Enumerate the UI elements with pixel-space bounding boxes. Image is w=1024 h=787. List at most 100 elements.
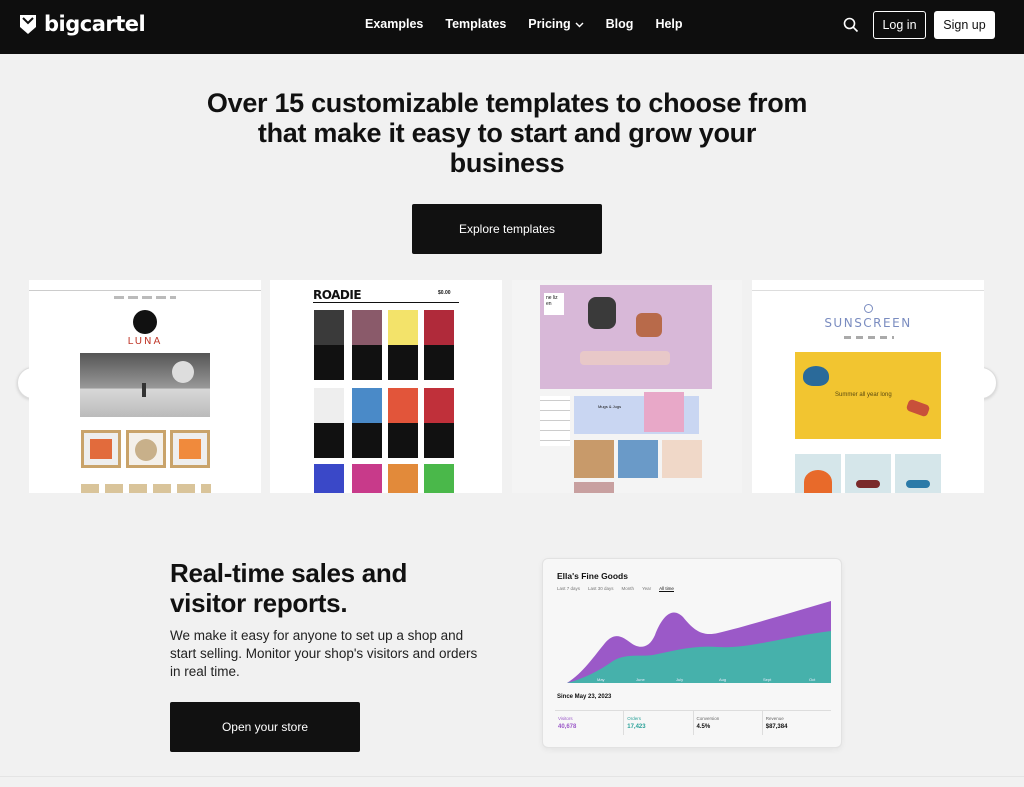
stat-value: 17,423 (627, 724, 646, 730)
search-icon[interactable] (842, 16, 860, 34)
month-label: Oct (809, 677, 816, 682)
login-button[interactable]: Log in (873, 11, 926, 39)
section-divider (0, 776, 1024, 777)
nav-blog[interactable]: Blog (606, 17, 634, 31)
mugs-row (580, 351, 670, 365)
product-thumbnail (795, 454, 841, 493)
record-tile (424, 310, 454, 380)
nav-pricing-label: Pricing (528, 17, 571, 31)
nav-templates[interactable]: Templates (445, 17, 506, 31)
dashboard-since-label: Since May 23, 2023 (557, 694, 612, 700)
template-preview-nav (844, 336, 894, 339)
template-card-luna[interactable]: LUNA (29, 280, 261, 493)
fish-shape (803, 366, 829, 386)
divider (313, 302, 459, 303)
planter-shape (636, 313, 662, 337)
template-card-sunscreen[interactable]: SUNSCREEN Summer all year long (752, 280, 984, 493)
record-tile (424, 388, 454, 458)
stat-revenue: Revenue $87,384 (761, 711, 831, 735)
ice-cream-shape (905, 398, 931, 418)
product-thumbnail (662, 440, 702, 478)
stat-label: Visitors (558, 716, 573, 721)
product-thumbnail (618, 440, 658, 478)
template-name-nelizen: ne liz en (544, 293, 564, 315)
record-tile (352, 388, 382, 458)
template-preview-nav (114, 296, 176, 299)
stat-conversion: Conversion 4.5% (692, 711, 762, 735)
template-preview-banner: Mugs & Jugs (574, 392, 699, 434)
stat-visitors: Visitors 40,678 (555, 711, 623, 735)
nav-pricing[interactable]: Pricing (528, 17, 584, 31)
record-tile (388, 464, 418, 493)
month-label: June (636, 677, 645, 682)
stat-orders: Orders 17,423 (623, 711, 692, 735)
banner-title: Mugs & Jugs (598, 404, 622, 409)
record-tile (314, 464, 344, 493)
stat-label: Orders (627, 716, 642, 721)
logo-text: bigcartel (44, 12, 146, 36)
month-label: Aug (719, 677, 726, 682)
area-chart: May June July Aug Sept Oct (567, 601, 831, 683)
month-label: July (676, 677, 683, 682)
stat-label: Revenue (765, 716, 784, 721)
product-row (81, 484, 211, 493)
explore-templates-button[interactable]: Explore templates (412, 204, 602, 254)
sunscreen-logo-icon (864, 304, 873, 313)
product-thumbnail (845, 454, 891, 493)
cart-total: $0.00 (438, 290, 451, 296)
signup-button[interactable]: Sign up (934, 11, 995, 39)
banner-image (644, 392, 684, 432)
template-card-roadie[interactable]: ROADIE $0.00 (270, 280, 502, 493)
dashboard-store-name: Ella's Fine Goods (557, 571, 628, 581)
template-name-sunscreen: SUNSCREEN (824, 316, 912, 330)
template-card-nelizen[interactable]: ne liz en Mugs & Jugs (512, 280, 742, 493)
record-tile (388, 388, 418, 458)
hero-tagline: Summer all year long (835, 392, 892, 398)
record-tile (352, 464, 382, 493)
analytics-dashboard-preview: Ella's Fine Goods Last 7 days Last 30 da… (542, 558, 842, 748)
product-thumbnail (895, 454, 941, 493)
product-thumbnail (126, 430, 166, 468)
record-tile (314, 388, 344, 458)
stat-label: Conversion (696, 716, 720, 721)
product-thumbnail (170, 430, 210, 468)
dashboard-tab[interactable]: Month (622, 586, 635, 592)
open-store-button[interactable]: Open your store (170, 702, 360, 752)
bigcartel-logo-icon (20, 15, 36, 34)
reports-title: Real-time sales and visitor reports. (170, 558, 408, 618)
record-tile (388, 310, 418, 380)
dashboard-tab-active[interactable]: All time (659, 586, 674, 592)
record-tile (352, 310, 382, 380)
top-navbar: bigcartel Examples Templates Pricing Blo… (0, 0, 1024, 54)
month-label: May (597, 677, 605, 682)
template-name-roadie: ROADIE (313, 288, 362, 302)
product-thumbnail (574, 482, 614, 493)
nav-help[interactable]: Help (655, 17, 682, 31)
month-label: Sept (763, 677, 772, 682)
stat-value: $87,384 (765, 724, 788, 730)
vase-shape (588, 297, 616, 329)
template-preview-header (29, 288, 261, 291)
nav-examples[interactable]: Examples (365, 17, 423, 31)
bigcartel-logo[interactable]: bigcartel (18, 12, 146, 36)
main-nav: Examples Templates Pricing Blog Help (365, 17, 705, 31)
dashboard-tab[interactable]: Last 30 days (588, 586, 614, 592)
product-thumbnail (574, 440, 614, 478)
template-preview-hero-image: ne liz en (540, 285, 712, 389)
hero-title: Over 15 customizable templates to choose… (206, 88, 808, 178)
product-thumbnail (81, 430, 121, 468)
dashboard-tabs: Last 7 days Last 30 days Month Year All … (557, 586, 674, 592)
chevron-down-icon (575, 22, 584, 27)
luna-logo-icon (133, 310, 157, 334)
moon-icon (172, 361, 194, 383)
template-preview-hero-image (80, 353, 210, 417)
dashboard-tab[interactable]: Last 7 days (557, 586, 580, 592)
template-preview-hero-image: Summer all year long (795, 352, 941, 439)
stat-value: 4.5% (696, 724, 711, 730)
astronaut-figure (142, 383, 146, 397)
sidebar-menu (540, 396, 570, 446)
record-tile (424, 464, 454, 493)
template-name-luna: LUNA (127, 336, 163, 347)
dashboard-tab[interactable]: Year (642, 586, 651, 592)
stat-value: 40,678 (558, 724, 577, 730)
